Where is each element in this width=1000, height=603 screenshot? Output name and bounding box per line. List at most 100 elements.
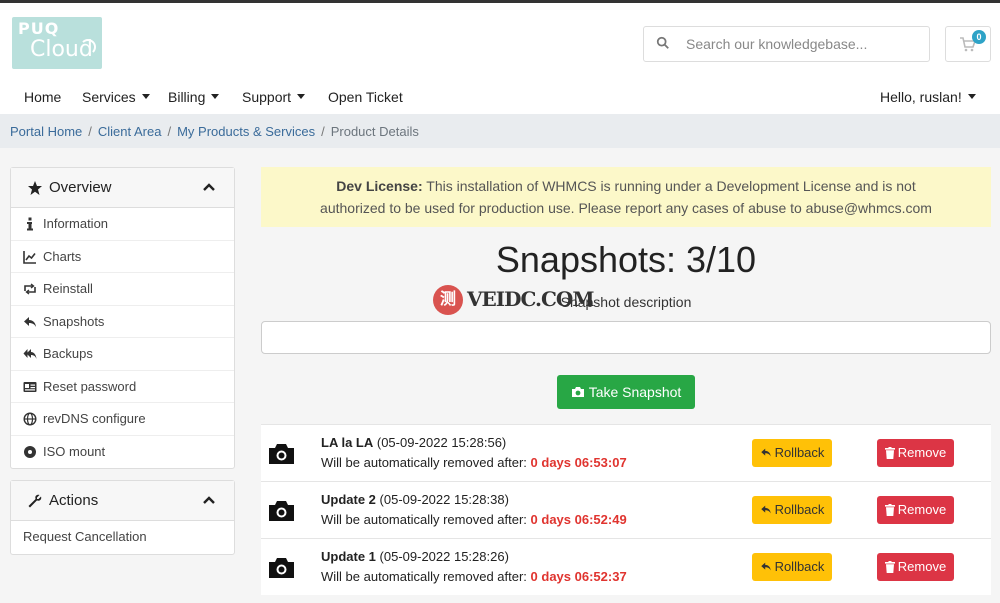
snapshot-title: Update 1 — [321, 549, 376, 564]
caret-down-icon — [211, 93, 220, 99]
snapshot-name: LA la LA (05-09-2022 15:28:56) — [321, 435, 506, 450]
sidebar-item-label: Backups — [43, 346, 93, 361]
snapshot-title: Update 2 — [321, 492, 376, 507]
take-snapshot-button[interactable]: Take Snapshot — [557, 375, 695, 409]
actions-title: Actions — [49, 492, 99, 509]
header: PUQ Cloud 0 — [0, 3, 1000, 78]
chart-icon — [23, 250, 36, 264]
snapshot-title: LA la LA — [321, 435, 374, 450]
snapshot-date: (05-09-2022 15:28:26) — [379, 549, 509, 564]
nav-user-menu[interactable]: Hello, ruslan! — [880, 89, 976, 105]
alert-text-line-2: authorized to be used for production use… — [320, 200, 932, 216]
trash-icon — [884, 446, 895, 459]
snapshot-description-input[interactable] — [261, 321, 991, 354]
breadcrumb-separator: / — [321, 124, 325, 139]
breadcrumb-separator: / — [88, 124, 92, 139]
watermark-text: VEIDC.COM — [467, 287, 594, 311]
dev-license-alert: Dev License: This installation of WHMCS … — [261, 167, 991, 227]
camera-icon — [269, 444, 294, 464]
sidebar-item-label: Reinstall — [43, 281, 93, 296]
nav-home[interactable]: Home — [24, 89, 61, 105]
nav-billing[interactable]: Billing — [168, 89, 220, 105]
globe-icon — [23, 412, 37, 426]
expiry-prefix: Will be automatically removed after: — [321, 512, 527, 527]
disc-icon — [24, 445, 36, 458]
remove-button[interactable]: Remove — [877, 439, 954, 467]
breadcrumb-portal-home[interactable]: Portal Home — [10, 124, 82, 139]
remove-label: Remove — [897, 502, 947, 517]
sidebar-item-charts[interactable]: Charts — [11, 241, 234, 273]
snapshot-description-label: Snapshot description — [560, 294, 692, 310]
remove-label: Remove — [897, 445, 947, 460]
logo-line-1: PUQ — [18, 19, 60, 38]
overview-panel: Overview Information Charts Reinstall Sn… — [10, 167, 235, 469]
sidebar-item-revdns[interactable]: revDNS configure — [11, 403, 234, 436]
trash-icon — [884, 503, 895, 516]
sidebar-item-label: Reset password — [43, 378, 137, 394]
snapshot-row: Update 1 (05-09-2022 15:28:26) Will be a… — [261, 538, 991, 595]
nav-open-ticket[interactable]: Open Ticket — [328, 89, 403, 105]
actions-panel: Actions Request Cancellation — [10, 480, 235, 555]
sidebar-item-backups[interactable]: Backups — [11, 338, 234, 371]
snapshots-title: Snapshots: 3/10 — [495, 239, 757, 280]
breadcrumb: Portal Home / Client Area / My Products & Se… — [10, 124, 419, 139]
cart-count-badge: 0 — [972, 30, 986, 44]
reply-icon — [760, 562, 771, 571]
rollback-button[interactable]: Rollback — [752, 553, 832, 581]
main-nav: Home Services Billing Support Open Ticke… — [0, 82, 1000, 114]
remove-label: Remove — [897, 559, 947, 574]
snapshot-expiry: Will be automatically removed after: 0 d… — [321, 455, 627, 470]
id-card-icon — [23, 381, 37, 392]
breadcrumb-client-area[interactable]: Client Area — [98, 124, 162, 139]
nav-user-label: Hello, ruslan! — [880, 89, 962, 105]
sidebar-item-reset-password[interactable]: Reset password — [11, 371, 234, 403]
nav-support[interactable]: Support — [242, 89, 306, 105]
caret-down-icon — [141, 93, 150, 99]
search-input[interactable] — [686, 33, 921, 55]
remove-button[interactable]: Remove — [877, 496, 954, 524]
snapshot-name: Update 1 (05-09-2022 15:28:26) — [321, 549, 509, 564]
remove-button[interactable]: Remove — [877, 553, 954, 581]
nav-billing-label: Billing — [168, 89, 206, 105]
overview-title: Overview — [49, 179, 112, 196]
snapshot-date: (05-09-2022 15:28:56) — [376, 435, 507, 450]
sidebar-item-snapshots[interactable]: Snapshots — [11, 306, 234, 338]
brand-logo[interactable]: PUQ Cloud — [12, 17, 102, 69]
nav-services[interactable]: Services — [82, 89, 150, 105]
expiry-countdown: 0 days 06:52:37 — [530, 569, 627, 584]
breadcrumb-current: Product Details — [330, 124, 419, 139]
camera-icon — [269, 558, 294, 578]
rollback-label: Rollback — [774, 445, 825, 460]
sidebar-item-label: Request Cancellation — [23, 529, 147, 544]
breadcrumb-separator: / — [167, 124, 172, 139]
breadcrumb-products[interactable]: My Products & Services — [177, 124, 315, 139]
overview-header[interactable]: Overview — [11, 168, 234, 208]
rollback-label: Rollback — [774, 559, 825, 574]
chevron-up-icon — [203, 496, 215, 504]
snapshot-name: Update 2 (05-09-2022 15:28:38) — [321, 492, 509, 507]
sidebar-item-request-cancellation[interactable]: Request Cancellation — [11, 521, 234, 554]
rollback-button[interactable]: Rollback — [752, 496, 832, 524]
watermark-logo-icon: 测 — [433, 285, 463, 315]
logo-signal-icon — [80, 39, 96, 55]
nav-services-label: Services — [82, 89, 136, 105]
sidebar-item-label: ISO mount — [43, 443, 106, 459]
alert-text-line-1: This installation of WHMCS is running un… — [426, 178, 916, 194]
rollback-button[interactable]: Rollback — [752, 439, 832, 467]
snapshot-row: Update 2 (05-09-2022 15:28:38) Will be a… — [261, 481, 991, 538]
sidebar-item-label: revDNS configure — [43, 411, 146, 426]
snapshot-row: LA la LA (05-09-2022 15:28:56) Will be a… — [261, 424, 991, 481]
camera-icon — [571, 387, 584, 398]
reply-icon — [760, 448, 771, 457]
actions-header[interactable]: Actions — [11, 481, 234, 521]
retweet-icon — [24, 283, 36, 295]
sidebar-item-information[interactable]: Information — [11, 208, 234, 241]
cart-button[interactable]: 0 — [945, 26, 991, 62]
camera-icon — [269, 501, 294, 521]
sidebar-item-reinstall[interactable]: Reinstall — [11, 273, 234, 306]
search-icon — [656, 36, 669, 49]
sidebar-item-iso-mount[interactable]: ISO mount — [11, 436, 234, 469]
expiry-prefix: Will be automatically removed after: — [321, 455, 527, 470]
sidebar-item-label: Charts — [43, 248, 82, 264]
watermark: 测 VEIDC.COM — [433, 285, 594, 315]
